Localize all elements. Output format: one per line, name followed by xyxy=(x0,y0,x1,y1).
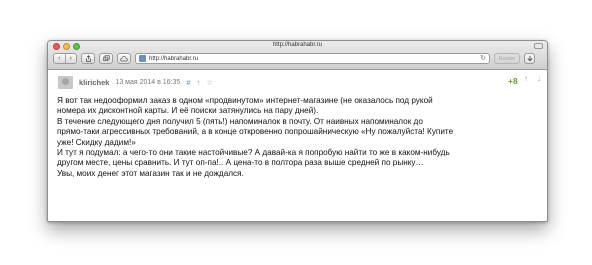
share-icon xyxy=(85,55,91,62)
comment-body: Я вот так недооформил заказ в одном «про… xyxy=(57,96,539,179)
window-title: http://habrahabr.ru xyxy=(272,42,323,48)
address-bar[interactable]: http://habrahabr.ru ↻ xyxy=(135,53,490,64)
favorite-star-icon[interactable]: ☆ xyxy=(206,78,213,87)
title-bar: http://habrahabr.ru xyxy=(48,41,547,52)
reader-button[interactable]: Reader xyxy=(494,53,520,64)
comment-date: 13 мая 2014 в 16:35 xyxy=(115,78,181,86)
browser-chrome: http://habrahabr.ru ‹ › http://habrahabr… xyxy=(48,41,547,70)
comment-line: И тут я подумал: а чего-то они такие нас… xyxy=(57,148,450,158)
parent-comment-link[interactable]: ↑ xyxy=(196,78,200,87)
toolbar: ‹ › http://habrahabr.ru ↻ Reader xyxy=(48,52,547,68)
comment-anchor-link[interactable]: # xyxy=(186,78,190,87)
share-button[interactable] xyxy=(81,53,95,64)
comment-line: уже! Скидку дадим!» xyxy=(57,137,136,147)
icloud-tabs-button[interactable] xyxy=(117,53,131,64)
comment-line: другом месте, цены сравнить. И тут оп-па… xyxy=(57,158,424,168)
comment-line: В течение следующего дня получил 5 (пять… xyxy=(57,116,423,126)
site-favicon-icon xyxy=(139,55,146,62)
tabs-icon xyxy=(102,55,110,61)
comment-line: Я вот так недооформил заказ в одном «про… xyxy=(57,96,433,105)
nav-buttons: ‹ › xyxy=(53,53,77,64)
back-icon[interactable]: ‹ xyxy=(54,54,66,63)
comment-author[interactable]: klirichek xyxy=(79,78,109,87)
reload-icon[interactable]: ↻ xyxy=(480,55,486,63)
comment-line: Увы, моих денег этот магазин так и не до… xyxy=(57,168,244,178)
show-tabs-button[interactable] xyxy=(99,53,113,64)
url-text[interactable]: http://habrahabr.ru xyxy=(149,56,480,62)
browser-window: http://habrahabr.ru ‹ › http://habrahabr… xyxy=(47,40,548,222)
fullscreen-button[interactable] xyxy=(534,43,543,49)
vote-down-icon[interactable]: ↓ xyxy=(537,74,541,83)
comment-line: прямо-таки агрессивных требований, а в к… xyxy=(57,127,454,137)
comment-score: +8 xyxy=(508,76,518,86)
avatar[interactable] xyxy=(58,75,73,89)
cloud-icon xyxy=(120,55,128,61)
download-icon xyxy=(527,55,532,62)
downloads-button[interactable] xyxy=(524,53,535,64)
comment-line: номера их дисконтной карты. И её поиски … xyxy=(57,106,319,116)
forward-icon[interactable]: › xyxy=(66,54,77,63)
comment-header: klirichek 13 мая 2014 в 16:35 # ↑ ☆ xyxy=(58,75,213,89)
vote-up-icon[interactable]: ↑ xyxy=(524,74,528,83)
